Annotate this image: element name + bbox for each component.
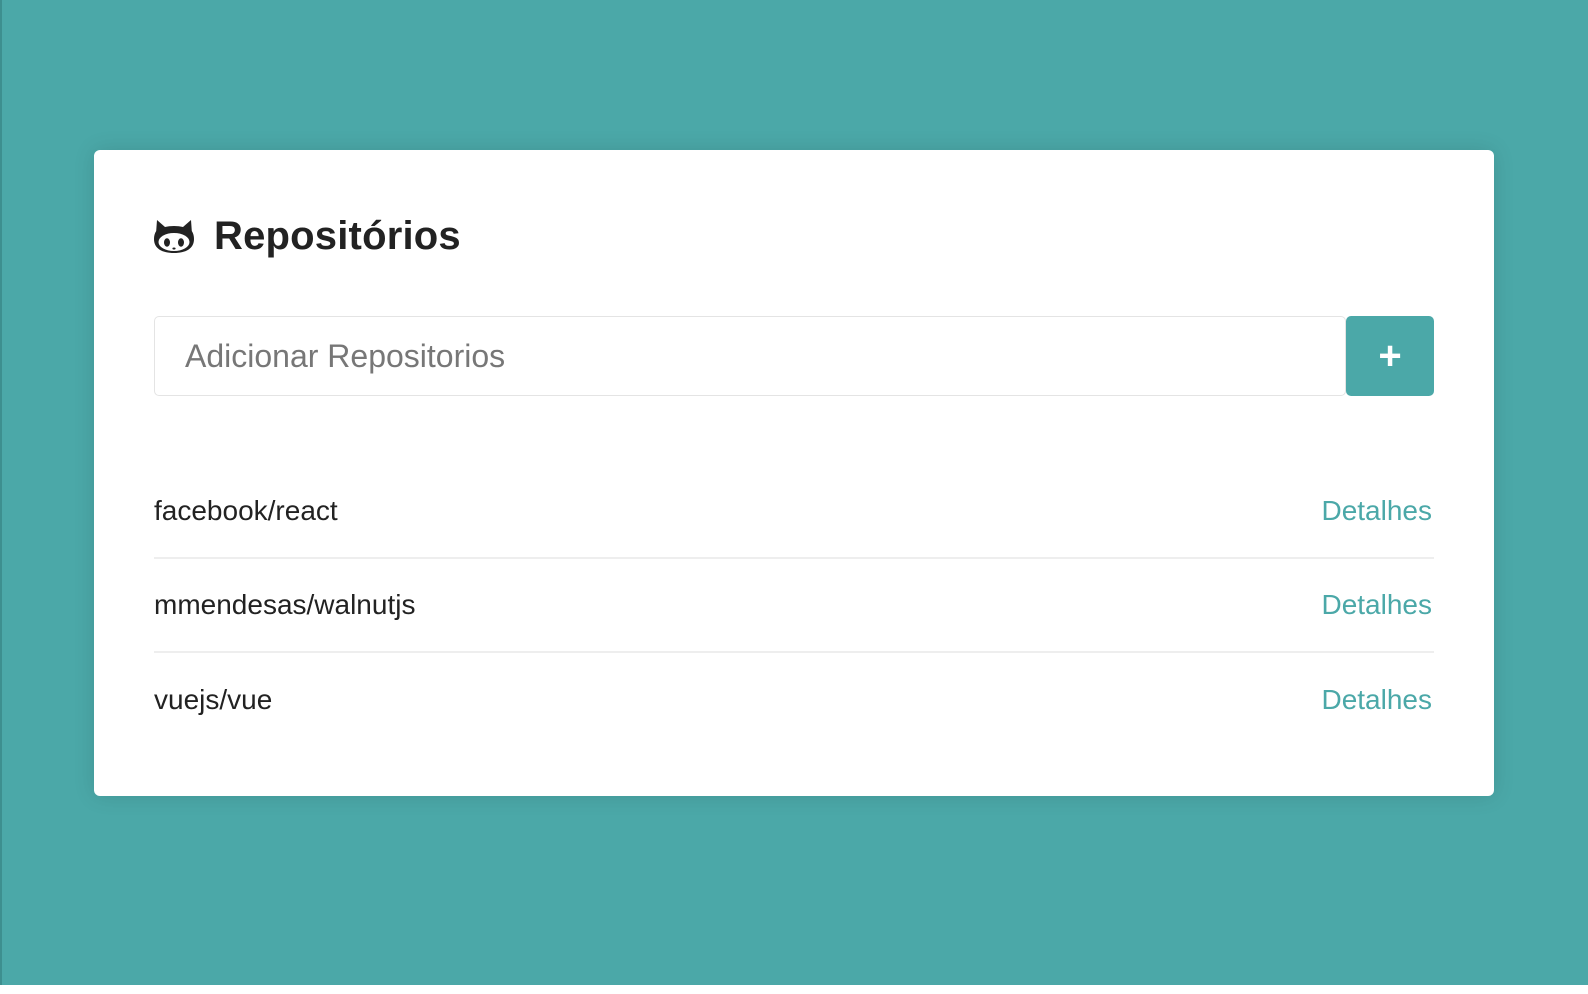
repositories-card: Repositórios + facebook/react Detalhes m… xyxy=(94,150,1494,796)
details-link[interactable]: Detalhes xyxy=(1321,589,1432,621)
repository-list: facebook/react Detalhes mmendesas/walnut… xyxy=(154,465,1434,747)
page-title: Repositórios xyxy=(214,213,461,258)
list-item: vuejs/vue Detalhes xyxy=(154,653,1434,747)
details-link[interactable]: Detalhes xyxy=(1321,684,1432,716)
add-repository-button[interactable]: + xyxy=(1346,316,1434,396)
repository-name: facebook/react xyxy=(154,495,338,526)
details-link[interactable]: Detalhes xyxy=(1321,495,1432,527)
page-background: Repositórios + facebook/react Detalhes m… xyxy=(0,0,1588,994)
window-edge xyxy=(0,0,2,985)
repository-input[interactable] xyxy=(154,316,1346,396)
github-icon xyxy=(154,218,194,254)
plus-icon: + xyxy=(1378,333,1402,378)
list-item: mmendesas/walnutjs Detalhes xyxy=(154,559,1434,653)
bottom-strip xyxy=(0,985,1588,994)
repository-name: vuejs/vue xyxy=(154,684,273,715)
list-item: facebook/react Detalhes xyxy=(154,465,1434,559)
card-header: Repositórios xyxy=(154,210,461,262)
repository-name: mmendesas/walnutjs xyxy=(154,589,416,620)
add-repository-form: + xyxy=(154,316,1434,396)
